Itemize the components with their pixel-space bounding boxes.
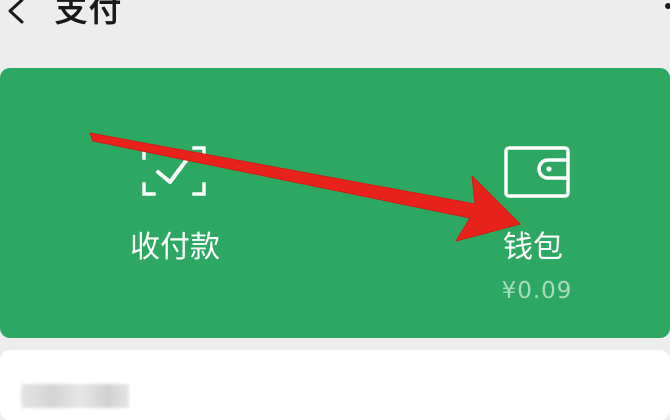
- back-chevron-icon[interactable]: [4, 0, 30, 28]
- page-title: 支付: [55, 0, 124, 29]
- pay-receive-tile[interactable]: 收付款: [80, 68, 270, 328]
- wallet-balance: ¥0.09: [501, 278, 573, 304]
- more-dots-icon[interactable]: [660, 0, 670, 14]
- pay-receive-label: 收付款: [130, 230, 220, 265]
- top-bar: 支付: [0, 0, 670, 48]
- scan-check-icon: [142, 146, 206, 196]
- wallet-services-card: 收付款 钱包 ¥0.09: [0, 68, 670, 338]
- wallet-icon: [504, 146, 570, 198]
- wallet-label: 钱包: [503, 230, 563, 265]
- services-list-card: [0, 350, 670, 420]
- wallet-tile[interactable]: 钱包 ¥0.09: [442, 68, 632, 328]
- blurred-section-title: [21, 384, 129, 408]
